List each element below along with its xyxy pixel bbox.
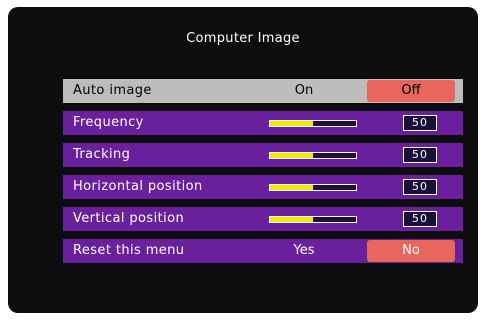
vertical-position-value: 50 — [403, 211, 437, 227]
menu-row-auto-image[interactable]: Auto image On Off — [63, 79, 463, 103]
horizontal-position-value: 50 — [403, 179, 437, 195]
menu-row-label: Reset this menu — [73, 243, 185, 258]
slider-fill — [270, 185, 313, 190]
option-on[interactable]: On — [259, 83, 349, 98]
menu-row-reset[interactable]: Reset this menu Yes No — [63, 239, 463, 263]
menu-row-tracking[interactable]: Tracking 50 — [63, 143, 463, 167]
frequency-value: 50 — [403, 115, 437, 131]
menu-row-label: Horizontal position — [73, 179, 203, 194]
tracking-slider[interactable] — [269, 152, 357, 159]
menu-row-frequency[interactable]: Frequency 50 — [63, 111, 463, 135]
option-yes[interactable]: Yes — [259, 243, 349, 258]
menu-row-label: Frequency — [73, 115, 144, 130]
menu-row-label: Auto image — [73, 83, 152, 98]
menu-row-horizontal-position[interactable]: Horizontal position 50 — [63, 175, 463, 199]
horizontal-position-slider[interactable] — [269, 184, 357, 191]
osd-screen: Computer Image Auto image On Off Frequen… — [8, 7, 478, 313]
vertical-position-slider[interactable] — [269, 216, 357, 223]
slider-fill — [270, 153, 313, 158]
slider-fill — [270, 217, 313, 222]
frequency-slider[interactable] — [269, 120, 357, 127]
slider-fill — [270, 121, 313, 126]
tracking-value: 50 — [403, 147, 437, 163]
menu-row-label: Tracking — [73, 147, 131, 162]
menu-row-label: Vertical position — [73, 211, 185, 226]
menu-title: Computer Image — [186, 31, 300, 46]
option-off[interactable]: Off — [366, 83, 456, 98]
option-no[interactable]: No — [366, 243, 456, 258]
menu-row-vertical-position[interactable]: Vertical position 50 — [63, 207, 463, 231]
